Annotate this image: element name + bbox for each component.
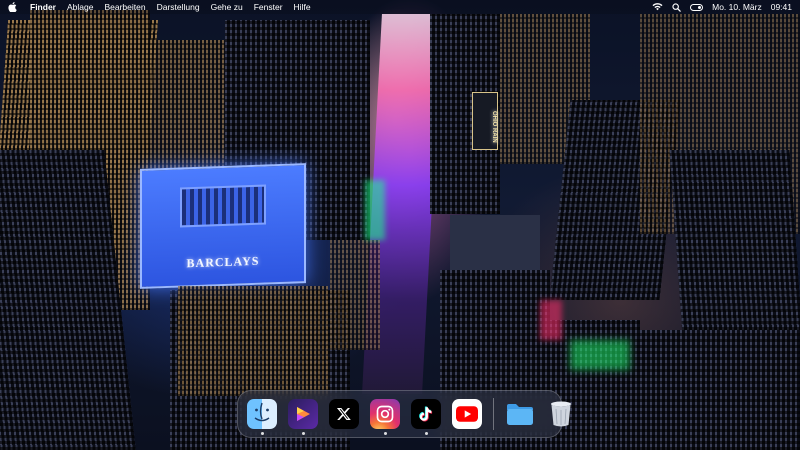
dock-item-youtube[interactable] xyxy=(452,399,482,429)
billboard: OHIO RAIN xyxy=(472,92,498,150)
running-indicator xyxy=(383,432,387,435)
instagram-icon xyxy=(370,399,400,429)
apple-logo-icon[interactable] xyxy=(8,2,20,12)
status-area: Mo. 10. März 09:41 xyxy=(652,2,792,12)
menu-fenster[interactable]: Fenster xyxy=(254,2,283,12)
building xyxy=(178,286,328,396)
building xyxy=(330,240,380,350)
youtube-icon xyxy=(452,399,482,429)
neon-glow xyxy=(570,340,630,370)
running-indicator xyxy=(260,432,264,435)
dock-item-instagram[interactable] xyxy=(370,399,400,435)
finder-icon xyxy=(247,399,277,429)
menu-hilfe[interactable]: Hilfe xyxy=(294,2,311,12)
menu-darstellung[interactable]: Darstellung xyxy=(157,2,200,12)
running-indicator xyxy=(301,432,305,435)
infuse-icon xyxy=(288,399,318,429)
building-roof xyxy=(450,215,540,275)
dock-item-trash[interactable] xyxy=(546,399,576,429)
menu-items: Finder Ablage Bearbeiten Darstellung Geh… xyxy=(30,2,311,12)
menu-app-name[interactable]: Finder xyxy=(30,2,56,12)
menu-ablage[interactable]: Ablage xyxy=(67,2,93,12)
building xyxy=(640,330,800,450)
search-icon[interactable] xyxy=(672,2,681,12)
building xyxy=(225,20,295,180)
tiktok-icon xyxy=(411,399,441,429)
dock-item-finder[interactable] xyxy=(247,399,277,435)
menu-time[interactable]: 09:41 xyxy=(771,2,792,12)
menu-gehe-zu[interactable]: Gehe zu xyxy=(211,2,243,12)
running-indicator xyxy=(424,432,428,435)
barclays-building: BARCLAYS xyxy=(140,163,306,289)
desktop-wallpaper: OHIO RAIN BARCLAYS xyxy=(0,0,800,450)
barclays-sign: BARCLAYS xyxy=(186,253,260,271)
barclays-roof-structure xyxy=(180,184,266,228)
dock-item-x[interactable] xyxy=(329,399,359,429)
neon-glow xyxy=(365,180,385,240)
wifi-icon[interactable] xyxy=(652,3,663,11)
control-center-icon[interactable] xyxy=(690,3,704,11)
folder-icon xyxy=(505,399,535,429)
dock-item-downloads[interactable] xyxy=(505,399,535,429)
menu-bar: Finder Ablage Bearbeiten Darstellung Geh… xyxy=(0,0,800,14)
billboard-text: OHIO RAIN xyxy=(491,111,497,143)
menu-date[interactable]: Mo. 10. März xyxy=(712,2,762,12)
dock-item-tiktok[interactable] xyxy=(411,399,441,435)
dock xyxy=(237,390,571,438)
neon-glow xyxy=(540,300,562,340)
dock-item-infuse[interactable] xyxy=(288,399,318,435)
trash-icon xyxy=(546,399,576,429)
dock-separator xyxy=(493,398,494,430)
menu-bearbeiten[interactable]: Bearbeiten xyxy=(104,2,145,12)
x-icon xyxy=(329,399,359,429)
